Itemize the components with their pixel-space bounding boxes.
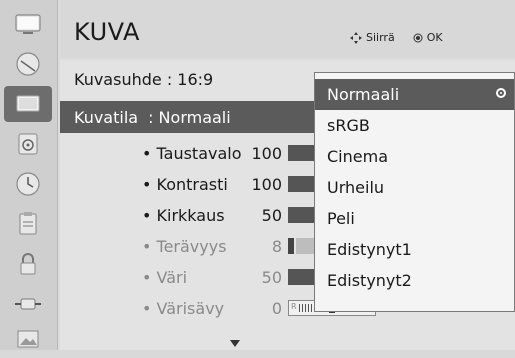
sidebar-item-photo[interactable] [4,322,52,358]
satellite-dish-icon [16,52,40,76]
setting-color[interactable]: • Väri 50 [142,263,328,291]
dropdown-option-label: Edistynyt2 [327,271,412,290]
dropdown-option-edistynyt1[interactable]: Edistynyt1 [315,234,514,265]
setting-label: • Terävyys [142,236,227,256]
sidebar-item-tv[interactable] [4,6,52,42]
clipboard-icon [19,212,37,235]
picture-mode-label: Kuvatila [74,107,139,127]
setting-label: • Kontrasti [142,174,228,194]
setting-value: 0 [271,298,282,318]
setting-sharpness[interactable]: • Terävyys 8 [142,232,326,260]
picture-mode-value: : Normaali [148,107,231,127]
key-help: Siirrä OK [350,31,443,44]
arrows-icon [350,31,362,44]
sidebar-item-options[interactable] [4,206,52,242]
speaker-icon [18,133,38,155]
sidebar-item-time[interactable] [4,166,52,202]
tv-menu-frame: KUVA Siirrä OK Kuvasuhde : 16:9 Kuvatila… [0,0,515,350]
dropdown-option-normaali[interactable]: Normaali [315,79,514,110]
setting-label: • Värisävy [142,298,225,318]
sidebar-item-input[interactable] [4,286,52,322]
setting-value: 50 [261,205,282,225]
scroll-down-arrow-icon[interactable] [230,340,240,347]
setting-brightness[interactable]: • Kirkkaus 50 [142,201,328,229]
cable-icon [15,298,41,310]
setting-bar [288,238,294,254]
dropdown-option-urheilu[interactable]: Urheilu [315,172,514,203]
dropdown-option-edistynyt2[interactable]: Edistynyt2 [315,265,514,296]
menu-header: KUVA Siirrä OK [60,0,515,58]
sidebar-item-lock[interactable] [4,246,52,282]
tint-left-label: R [291,302,297,311]
picture-mode-item[interactable]: Kuvatila : Normaali [60,101,315,133]
tv-icon [15,14,41,34]
sidebar-item-setup[interactable] [4,46,52,82]
setting-value: 50 [261,267,282,287]
clock-icon [16,172,40,196]
setting-label: • Väri [142,267,188,287]
setting-value: 100 [251,143,282,163]
picture-mode-dropdown: Normaali sRGB Cinema Urheilu Peli Edisty… [314,72,515,312]
setting-value: 8 [271,236,282,256]
sidebar-item-audio[interactable] [4,126,52,162]
setting-backlight[interactable]: • Taustavalo 100 [142,139,328,167]
aspect-ratio-item[interactable]: Kuvasuhde : 16:9 [74,70,213,89]
dropdown-option-label: Peli [327,209,355,228]
setting-value: 100 [251,174,282,194]
menu-title: KUVA [74,18,140,46]
setting-label: • Taustavalo [142,143,242,163]
dropdown-option-cinema[interactable]: Cinema [315,141,514,172]
dropdown-option-peli[interactable]: Peli [315,203,514,234]
dropdown-option-label: sRGB [327,116,370,135]
sidebar [0,0,58,350]
selected-radio-icon [496,88,506,98]
dropdown-option-label: Urheilu [327,178,385,197]
setting-contrast[interactable]: • Kontrasti 100 [142,170,328,198]
lock-icon [20,253,36,275]
photo-icon [17,330,39,348]
setting-label: • Kirkkaus [142,205,225,225]
move-label: Siirrä [366,31,395,44]
ok-label: OK [426,31,443,44]
dropdown-option-label: Normaali [327,85,400,104]
dropdown-option-label: Cinema [327,147,388,166]
ok-button-icon [413,33,423,42]
sidebar-item-picture[interactable] [4,86,52,122]
dropdown-option-srgb[interactable]: sRGB [315,110,514,141]
dropdown-option-label: Edistynyt1 [327,240,412,259]
picture-icon [16,95,40,112]
